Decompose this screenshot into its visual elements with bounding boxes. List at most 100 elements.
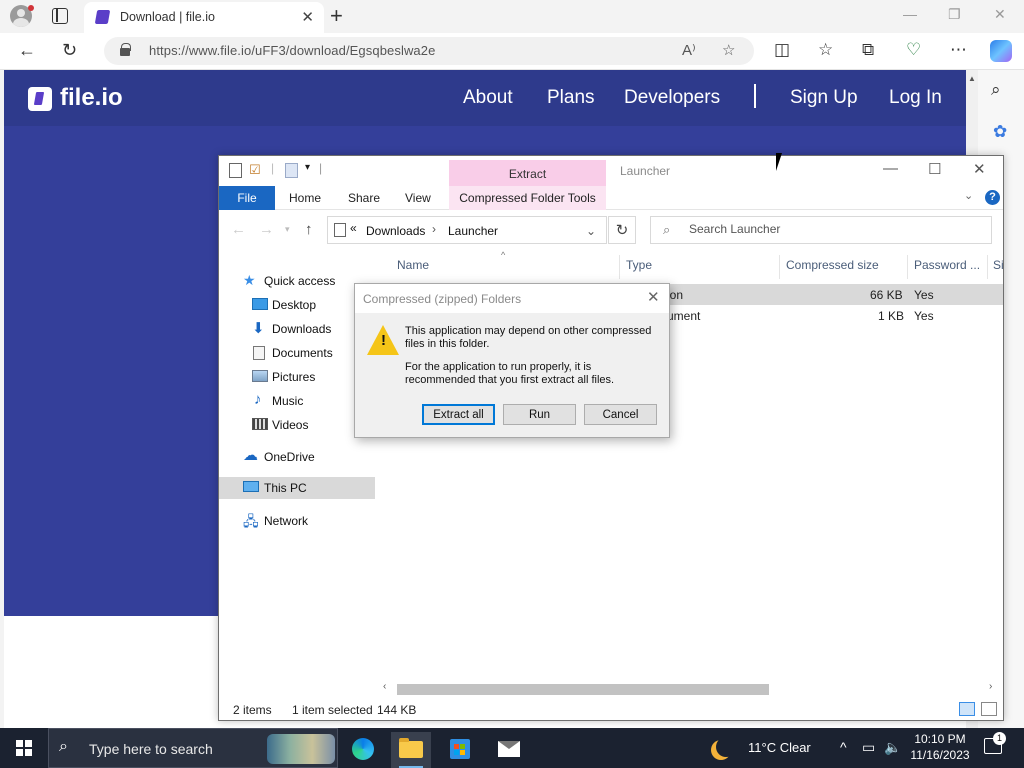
volume-muted-icon[interactable]: 🔈 bbox=[884, 739, 901, 756]
row2-compressed-size[interactable]: 1 KB bbox=[878, 309, 904, 323]
quick-access-file-icon[interactable] bbox=[229, 163, 242, 178]
extract-context-tab[interactable]: Extract bbox=[449, 160, 606, 186]
refresh-icon[interactable]: ↻ bbox=[62, 40, 77, 61]
explorer-search-input[interactable] bbox=[689, 222, 979, 236]
nav-item-quick-access[interactable]: ★ Quick access bbox=[219, 270, 375, 292]
explorer-forward-arrow-icon[interactable]: → bbox=[259, 221, 274, 238]
windows-start-icon[interactable] bbox=[16, 740, 32, 756]
close-tab-icon[interactable]: ✕ bbox=[301, 8, 314, 26]
row2-password[interactable]: Yes bbox=[914, 309, 934, 323]
nav-item-documents[interactable]: Documents bbox=[219, 342, 375, 364]
column-password[interactable]: Password ... bbox=[914, 258, 980, 272]
favorite-star-icon[interactable]: ☆ bbox=[722, 41, 735, 59]
nav-about-link[interactable]: About bbox=[463, 87, 513, 109]
breadcrumb-downloads[interactable]: Downloads bbox=[366, 224, 425, 238]
back-arrow-icon[interactable]: ← bbox=[18, 40, 36, 61]
explorer-titlebar[interactable]: ☑ | ▾ | Extract Launcher — ☐ ✕ bbox=[219, 156, 1003, 186]
nav-item-onedrive[interactable]: ☁ OneDrive bbox=[219, 446, 375, 468]
help-icon[interactable]: ? bbox=[985, 190, 1000, 205]
column-divider[interactable] bbox=[619, 255, 620, 279]
dialog-titlebar[interactable]: Compressed (zipped) Folders ✕ bbox=[355, 284, 669, 313]
sidebar-search-icon[interactable]: ⌕ bbox=[991, 80, 1001, 100]
ribbon-home-tab[interactable]: Home bbox=[289, 191, 321, 205]
restore-window-button[interactable]: ❐ bbox=[948, 6, 961, 23]
nav-plans-link[interactable]: Plans bbox=[547, 87, 595, 109]
run-button[interactable]: Run bbox=[503, 404, 576, 425]
search-highlight-image[interactable] bbox=[267, 734, 335, 764]
row2-type[interactable]: ument bbox=[667, 309, 700, 323]
weather-text[interactable]: 11°C Clear bbox=[748, 740, 811, 755]
new-folder-icon[interactable] bbox=[285, 163, 298, 178]
address-dropdown-chevron-icon[interactable]: ⌄ bbox=[586, 224, 596, 238]
more-menu-icon[interactable]: ⋯ bbox=[950, 40, 967, 60]
network-status-icon[interactable]: ▭ bbox=[862, 739, 875, 756]
column-name[interactable]: Name bbox=[397, 258, 429, 272]
taskbar-edge[interactable] bbox=[342, 732, 382, 768]
site-logo-text[interactable]: file.io bbox=[60, 84, 123, 112]
scroll-up-arrow-icon[interactable]: ▲ bbox=[968, 74, 976, 83]
taskbar-store[interactable] bbox=[440, 732, 480, 768]
fileio-logo-icon[interactable] bbox=[28, 87, 52, 111]
breadcrumb-overflow[interactable]: « bbox=[350, 221, 357, 235]
taskbar-search-placeholder[interactable]: Type here to search bbox=[89, 741, 213, 757]
nav-item-desktop[interactable]: Desktop bbox=[219, 294, 375, 316]
favorites-icon[interactable]: ☆ bbox=[818, 40, 833, 60]
expand-ribbon-chevron-icon[interactable]: ⌄ bbox=[964, 189, 973, 202]
scroll-right-arrow-icon[interactable]: › bbox=[989, 681, 992, 692]
tab-actions-icon[interactable] bbox=[52, 8, 68, 24]
taskbar-clock[interactable]: 10:10 PM 11/16/2023 bbox=[906, 731, 974, 763]
copilot-icon[interactable] bbox=[990, 40, 1012, 62]
row1-compressed-size[interactable]: 66 KB bbox=[870, 288, 903, 302]
customize-toolbar-icon[interactable]: ▾ bbox=[305, 162, 310, 173]
nav-developers-link[interactable]: Developers bbox=[624, 87, 720, 109]
show-hidden-icons-chevron-icon[interactable]: ^ bbox=[840, 739, 847, 755]
weather-moon-icon[interactable] bbox=[716, 737, 736, 757]
nav-item-videos[interactable]: Videos bbox=[219, 414, 375, 436]
horizontal-scroll-thumb[interactable] bbox=[397, 684, 769, 695]
up-folder-arrow-icon[interactable]: ↑ bbox=[305, 221, 313, 238]
row1-password[interactable]: Yes bbox=[914, 288, 934, 302]
column-divider[interactable] bbox=[779, 255, 780, 279]
taskbar-mail[interactable] bbox=[489, 732, 529, 768]
column-size[interactable]: Si bbox=[993, 258, 1004, 272]
ribbon-share-tab[interactable]: Share bbox=[348, 191, 380, 205]
recent-locations-chevron-icon[interactable]: ▾ bbox=[285, 224, 290, 235]
taskbar-file-explorer[interactable] bbox=[391, 732, 431, 768]
browser-essentials-icon[interactable]: ♡ bbox=[906, 40, 921, 60]
extract-all-button[interactable]: Extract all bbox=[422, 404, 495, 425]
collections-icon[interactable]: ⧉ bbox=[862, 40, 874, 60]
scroll-left-arrow-icon[interactable]: ‹ bbox=[383, 681, 386, 692]
column-compressed-size[interactable]: Compressed size bbox=[786, 258, 879, 272]
breadcrumb-launcher[interactable]: Launcher bbox=[448, 224, 498, 238]
explorer-search-box[interactable]: ⌕ bbox=[650, 216, 992, 244]
column-divider[interactable] bbox=[987, 255, 988, 279]
details-view-icon[interactable] bbox=[959, 702, 975, 716]
nav-item-downloads[interactable]: ⬇ Downloads bbox=[219, 318, 375, 340]
explorer-maximize-button[interactable]: ☐ bbox=[928, 160, 941, 178]
ribbon-file-tab[interactable]: File bbox=[219, 186, 275, 210]
nav-item-this-pc[interactable]: This PC bbox=[219, 477, 375, 499]
lock-icon[interactable] bbox=[120, 43, 131, 56]
explorer-back-arrow-icon[interactable]: ← bbox=[231, 221, 246, 238]
nav-item-pictures[interactable]: Pictures bbox=[219, 366, 375, 388]
properties-check-icon[interactable]: ☑ bbox=[249, 162, 261, 178]
explorer-close-button[interactable]: ✕ bbox=[973, 160, 986, 178]
dialog-close-icon[interactable]: ✕ bbox=[647, 288, 660, 306]
column-type[interactable]: Type bbox=[626, 258, 652, 272]
horizontal-scrollbar[interactable]: ‹ › bbox=[381, 681, 1001, 696]
explorer-minimize-button[interactable]: — bbox=[883, 160, 898, 177]
browser-tab-active[interactable]: Download | file.io ✕ bbox=[84, 2, 324, 33]
column-divider[interactable] bbox=[907, 255, 908, 279]
minimize-window-button[interactable]: — bbox=[903, 6, 917, 22]
url-text[interactable]: https://www.file.io/uFF3/download/Egsqbe… bbox=[149, 43, 435, 58]
split-screen-icon[interactable]: ◫ bbox=[774, 40, 790, 60]
ribbon-compressed-tools-tab[interactable]: Compressed Folder Tools bbox=[449, 186, 606, 210]
nav-login-link[interactable]: Log In bbox=[889, 87, 942, 109]
address-bar[interactable]: https://www.file.io/uFF3/download/Egsqbe… bbox=[104, 37, 754, 65]
taskbar-search-box[interactable]: ⌕ Type here to search bbox=[48, 728, 338, 768]
breadcrumb[interactable]: « Downloads › Launcher ⌄ bbox=[327, 216, 607, 244]
nav-item-network[interactable]: 🖧 Network bbox=[219, 510, 375, 532]
ribbon-view-tab[interactable]: View bbox=[405, 191, 431, 205]
nav-item-music[interactable]: ♪ Music bbox=[219, 390, 375, 412]
explorer-refresh-icon[interactable]: ↻ bbox=[608, 216, 636, 244]
